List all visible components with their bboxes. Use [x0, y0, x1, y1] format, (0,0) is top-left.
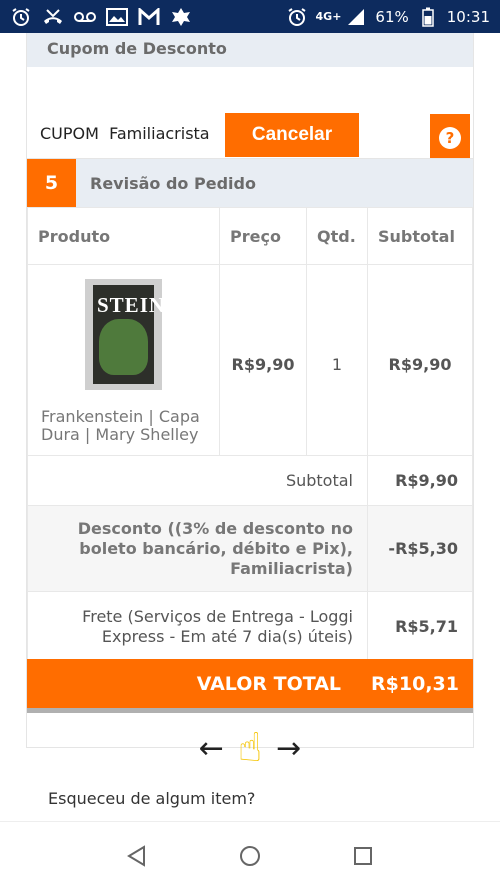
- voicemail-icon: [74, 6, 96, 28]
- network-type: 4G+: [315, 9, 342, 23]
- page-content: Cupom de Desconto CUPOM Familiacrista Ca…: [0, 33, 500, 821]
- total-value: R$10,31: [371, 672, 459, 695]
- subtotal-value: R$9,90: [367, 455, 473, 506]
- product-image[interactable]: STEIN: [85, 279, 166, 390]
- home-icon: [239, 845, 260, 866]
- right-arrow-icon: →: [276, 730, 302, 766]
- shipping-label: Frete (Serviços de Entrega - Loggi Expre…: [27, 591, 368, 662]
- book-cover-title: STEIN: [97, 293, 166, 317]
- step-number: 5: [27, 159, 76, 207]
- help-button[interactable]: ?: [430, 114, 470, 162]
- home-button[interactable]: [226, 832, 274, 880]
- back-button[interactable]: [113, 832, 161, 880]
- cancel-coupon-button[interactable]: Cancelar: [225, 113, 359, 157]
- total-label: VALOR TOTAL: [196, 672, 342, 695]
- coupon-row: CUPOM Familiacrista Cancelar ?: [27, 113, 473, 162]
- subtotal-label: Subtotal: [27, 455, 368, 506]
- product-cell: STEIN Frankenstein | Capa Dura | Mary Sh…: [27, 264, 220, 456]
- column-header: Produto: [27, 207, 220, 265]
- product-subtotal: R$9,90: [367, 264, 473, 456]
- status-bar: 4G+ 61% 10:31: [0, 0, 500, 33]
- column-header: Subtotal: [367, 207, 473, 265]
- missed-call-icon: [42, 6, 64, 28]
- table-row: STEIN Frankenstein | Capa Dura | Mary Sh…: [27, 264, 473, 456]
- subtotal-row: Subtotal R$9,90: [27, 455, 473, 506]
- coupon-section: Cupom de Desconto CUPOM Familiacrista Ca…: [26, 33, 474, 178]
- coupon-header: Cupom de Desconto: [27, 33, 473, 67]
- product-name[interactable]: Frankenstein | Capa Dura | Mary Shelley: [41, 408, 209, 444]
- avast-icon: [170, 6, 192, 28]
- order-review-section: 5 Revisão do Pedido Produto Preço Qtd. S…: [26, 158, 474, 748]
- navigation-bar: [0, 821, 500, 889]
- table-header-row: Produto Preço Qtd. Subtotal: [27, 207, 473, 265]
- review-title: Revisão do Pedido: [90, 173, 256, 193]
- scroll-hint: ← ☝ →: [0, 720, 500, 776]
- battery-icon: [417, 6, 439, 28]
- product-price: R$9,90: [219, 264, 307, 456]
- discount-value: -R$5,30: [367, 505, 473, 592]
- discount-label: Desconto ((3% de desconto no boleto banc…: [27, 505, 368, 592]
- signal-icon: [345, 6, 367, 28]
- battery-percent: 61%: [375, 7, 409, 26]
- product-qty: 1: [306, 264, 368, 456]
- help-icon: ?: [439, 127, 461, 149]
- pointing-hand-icon: ☝: [237, 725, 263, 771]
- coupon-code: CUPOM Familiacrista: [40, 124, 210, 143]
- back-icon: [126, 844, 145, 867]
- alarm-icon: [286, 6, 308, 28]
- shipping-value: R$5,71: [367, 591, 473, 662]
- column-header: Qtd.: [306, 207, 368, 265]
- recents-icon: [354, 846, 373, 865]
- order-table: Produto Preço Qtd. Subtotal STEIN Franke…: [27, 207, 473, 662]
- clock: 10:31: [446, 7, 490, 26]
- review-header: 5 Revisão do Pedido: [27, 159, 473, 207]
- forgot-item-link[interactable]: Esqueceu de algum item?: [48, 789, 255, 808]
- discount-row: Desconto ((3% de desconto no boleto banc…: [27, 505, 473, 592]
- shipping-row: Frete (Serviços de Entrega - Loggi Expre…: [27, 591, 473, 662]
- recents-button[interactable]: [339, 832, 387, 880]
- book-cover-art: [99, 319, 148, 375]
- alarm-icon: [10, 6, 32, 28]
- photo-icon: [106, 6, 128, 28]
- total-bar: VALOR TOTAL R$10,31: [27, 659, 473, 713]
- left-arrow-icon: ←: [198, 730, 224, 766]
- gmail-icon: [138, 6, 160, 28]
- column-header: Preço: [219, 207, 307, 265]
